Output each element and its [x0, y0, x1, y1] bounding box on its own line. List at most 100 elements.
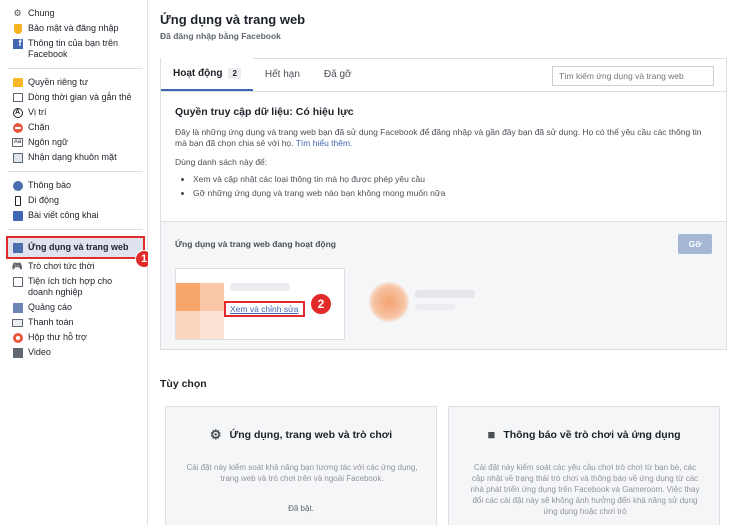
sidebar-item-payments[interactable]: Thanh toán: [8, 315, 143, 330]
access-description: Đây là những ứng dụng và trang web bạn đ…: [175, 127, 712, 149]
sidebar-item-block[interactable]: Chặn: [8, 120, 143, 135]
ads-icon: [12, 302, 23, 313]
use-list: Xem và cập nhật các loại thông tin mà họ…: [193, 172, 712, 200]
location-icon: A: [12, 107, 23, 118]
apps-icon: [12, 242, 23, 253]
sidebar-item-support-inbox[interactable]: Hộp thư hỗ trợ: [8, 330, 143, 345]
sidebar-item-public-posts[interactable]: Bài viết công khai: [8, 208, 143, 223]
tab-count-badge: 2: [228, 68, 241, 79]
sidebar-item-label: Thanh toán: [28, 317, 74, 327]
sidebar-item-label: Chung: [28, 8, 55, 18]
tab-removed[interactable]: Đã gỡ: [312, 58, 364, 91]
sidebar-group-privacy: Quyền riêng tư Dòng thời gian và gắn thẻ…: [8, 69, 143, 172]
blurred-app-name: [415, 290, 475, 298]
apps-card: Hoạt động 2 Hết hạn Đã gỡ Quyền truy cập…: [160, 58, 727, 350]
facebook-icon: f: [12, 38, 23, 49]
sidebar-item-location[interactable]: A Vị trí: [8, 105, 143, 120]
sidebar-item-ads[interactable]: Quảng cáo: [8, 300, 143, 315]
support-icon: [12, 332, 23, 343]
sidebar-item-label: Vị trí: [28, 107, 47, 117]
sidebar-item-videos[interactable]: Video: [8, 345, 143, 360]
sidebar-item-label: Bài viết công khai: [28, 210, 99, 220]
blurred-app-detail: [415, 304, 455, 310]
sidebar-item-label: Thông báo: [28, 180, 72, 190]
gamepad-icon: 🎮: [11, 261, 24, 271]
tab-label: Hoạt động: [173, 68, 223, 79]
sidebar-item-label: Trò chơi tức thời: [28, 261, 95, 271]
privacy-icon: [12, 77, 23, 88]
cube-icon: ■: [487, 427, 496, 442]
sidebar-item-label: Ngôn ngữ: [28, 137, 69, 147]
list-item: Xem và cập nhật các loại thông tin mà họ…: [193, 172, 712, 186]
sidebar-item-label: Video: [28, 347, 51, 357]
globe-icon: [12, 180, 23, 191]
option-card-title-text: Ứng dụng, trang web và trò chơi: [229, 429, 393, 441]
sidebar-item-label: Hộp thư hỗ trợ: [28, 332, 87, 342]
main-content: Ứng dụng và trang web Đã đăng nhập bằng …: [148, 0, 730, 525]
block-icon: [12, 122, 23, 133]
page-title: Ứng dụng và trang web: [160, 12, 306, 27]
sidebar-item-label: Thông tin của bạn trên Facebook: [28, 38, 119, 59]
sidebar-item-your-info[interactable]: f Thông tin của bạn trên Facebook: [8, 36, 143, 62]
blurred-app-name: [230, 283, 290, 291]
sidebar-item-label: Quảng cáo: [28, 302, 73, 312]
app-thumbnail: [176, 269, 224, 339]
sidebar-item-instant-games[interactable]: 🎮 Trò chơi tức thời: [8, 259, 143, 274]
step-annotation-2: 2: [310, 293, 332, 315]
shield-icon: [12, 23, 23, 34]
sidebar-item-business-integrations[interactable]: Tiện ích tích hợp cho doanh nghiệp: [8, 274, 143, 300]
list-item: Gỡ những ứng dụng và trang web nào bạn k…: [193, 186, 712, 200]
app-tile-blurred[interactable]: [359, 268, 559, 340]
sidebar-group-notifications: Thông báo Di động Bài viết công khai: [8, 172, 143, 230]
page-subtitle: Đã đăng nhập bằng Facebook: [160, 31, 281, 41]
integration-icon: [12, 276, 23, 287]
sidebar-item-security[interactable]: Bảo mật và đăng nhập: [8, 21, 143, 36]
sidebar-item-label: Quyền riêng tư: [28, 77, 89, 87]
sidebar-item-face-recognition[interactable]: Nhận dạng khuôn mặt: [8, 150, 143, 165]
sidebar-item-label: Di động: [28, 195, 60, 205]
remove-button[interactable]: Gỡ: [678, 234, 712, 254]
access-description-text: Đây là những ứng dụng và trang web bạn đ…: [175, 127, 702, 148]
timeline-icon: [12, 92, 23, 103]
active-apps-section: Ứng dụng và trang web đang hoạt động Gỡ …: [161, 221, 726, 349]
sidebar-group-apps: Ứng dụng và trang web 🎮 Trò chơi tức thờ…: [6, 230, 145, 366]
tab-expired[interactable]: Hết hạn: [253, 58, 312, 91]
option-card-description: Cài đặt này kiểm soát các yêu cầu chơi t…: [470, 463, 700, 516]
tab-label: Đã gỡ: [323, 69, 352, 80]
view-edit-link[interactable]: Xem và chỉnh sửa: [224, 301, 305, 317]
sidebar-item-apps-websites[interactable]: Ứng dụng và trang web: [6, 236, 145, 259]
access-title: Quyền truy cập dữ liệu: Có hiệu lực: [175, 106, 354, 118]
tab-label: Hết hạn: [264, 69, 300, 80]
sidebar-item-label: Tiện ích tích hợp cho doanh nghiệp: [28, 276, 113, 297]
sidebar-item-notifications[interactable]: Thông báo: [8, 178, 143, 193]
option-card-title: ⚙ Ứng dụng, trang web và trò chơi: [166, 427, 436, 443]
sidebar-item-label: Dòng thời gian và gắn thẻ: [28, 92, 132, 102]
option-card-state: Đã bật.: [288, 504, 314, 513]
tab-active[interactable]: Hoạt động 2: [161, 58, 253, 91]
payment-icon: [12, 317, 23, 328]
option-card-apps[interactable]: ⚙ Ứng dụng, trang web và trò chơi Cài đặt…: [165, 406, 437, 525]
gears-icon: ⚙: [13, 8, 22, 18]
options-title: Tùy chọn: [160, 378, 207, 390]
sidebar-group-general: ⚙ Chung Bảo mật và đăng nhập f Thông tin…: [8, 0, 143, 69]
search-input[interactable]: [552, 66, 714, 86]
learn-more-link[interactable]: Tìm hiểu thêm.: [296, 138, 353, 148]
gear-icon: ⚙: [209, 427, 222, 442]
sidebar-item-label: Bảo mật và đăng nhập: [28, 23, 119, 33]
use-list-label: Dùng danh sách này để:: [175, 157, 268, 167]
sidebar-item-label: Chặn: [28, 122, 50, 132]
sidebar-item-general[interactable]: ⚙ Chung: [8, 6, 143, 21]
rss-icon: [12, 210, 23, 221]
sidebar-item-language[interactable]: Aa Ngôn ngữ: [8, 135, 143, 150]
sidebar-item-timeline[interactable]: Dòng thời gian và gắn thẻ: [8, 90, 143, 105]
option-card-notifications[interactable]: ■ Thông báo về trò chơi và ứng dụng Cài đ…: [448, 406, 720, 525]
access-info: Quyền truy cập dữ liệu: Có hiệu lực Đây …: [161, 92, 726, 200]
sidebar-item-mobile[interactable]: Di động: [8, 193, 143, 208]
app-logo: [369, 282, 409, 322]
option-card-title: ■ Thông báo về trò chơi và ứng dụng: [449, 427, 719, 442]
tab-bar: Hoạt động 2 Hết hạn Đã gỡ: [161, 58, 726, 92]
sidebar-item-privacy[interactable]: Quyền riêng tư: [8, 75, 143, 90]
language-icon: Aa: [12, 138, 23, 147]
mobile-icon: [12, 195, 23, 206]
sidebar-item-label: Ứng dụng và trang web: [28, 242, 129, 252]
